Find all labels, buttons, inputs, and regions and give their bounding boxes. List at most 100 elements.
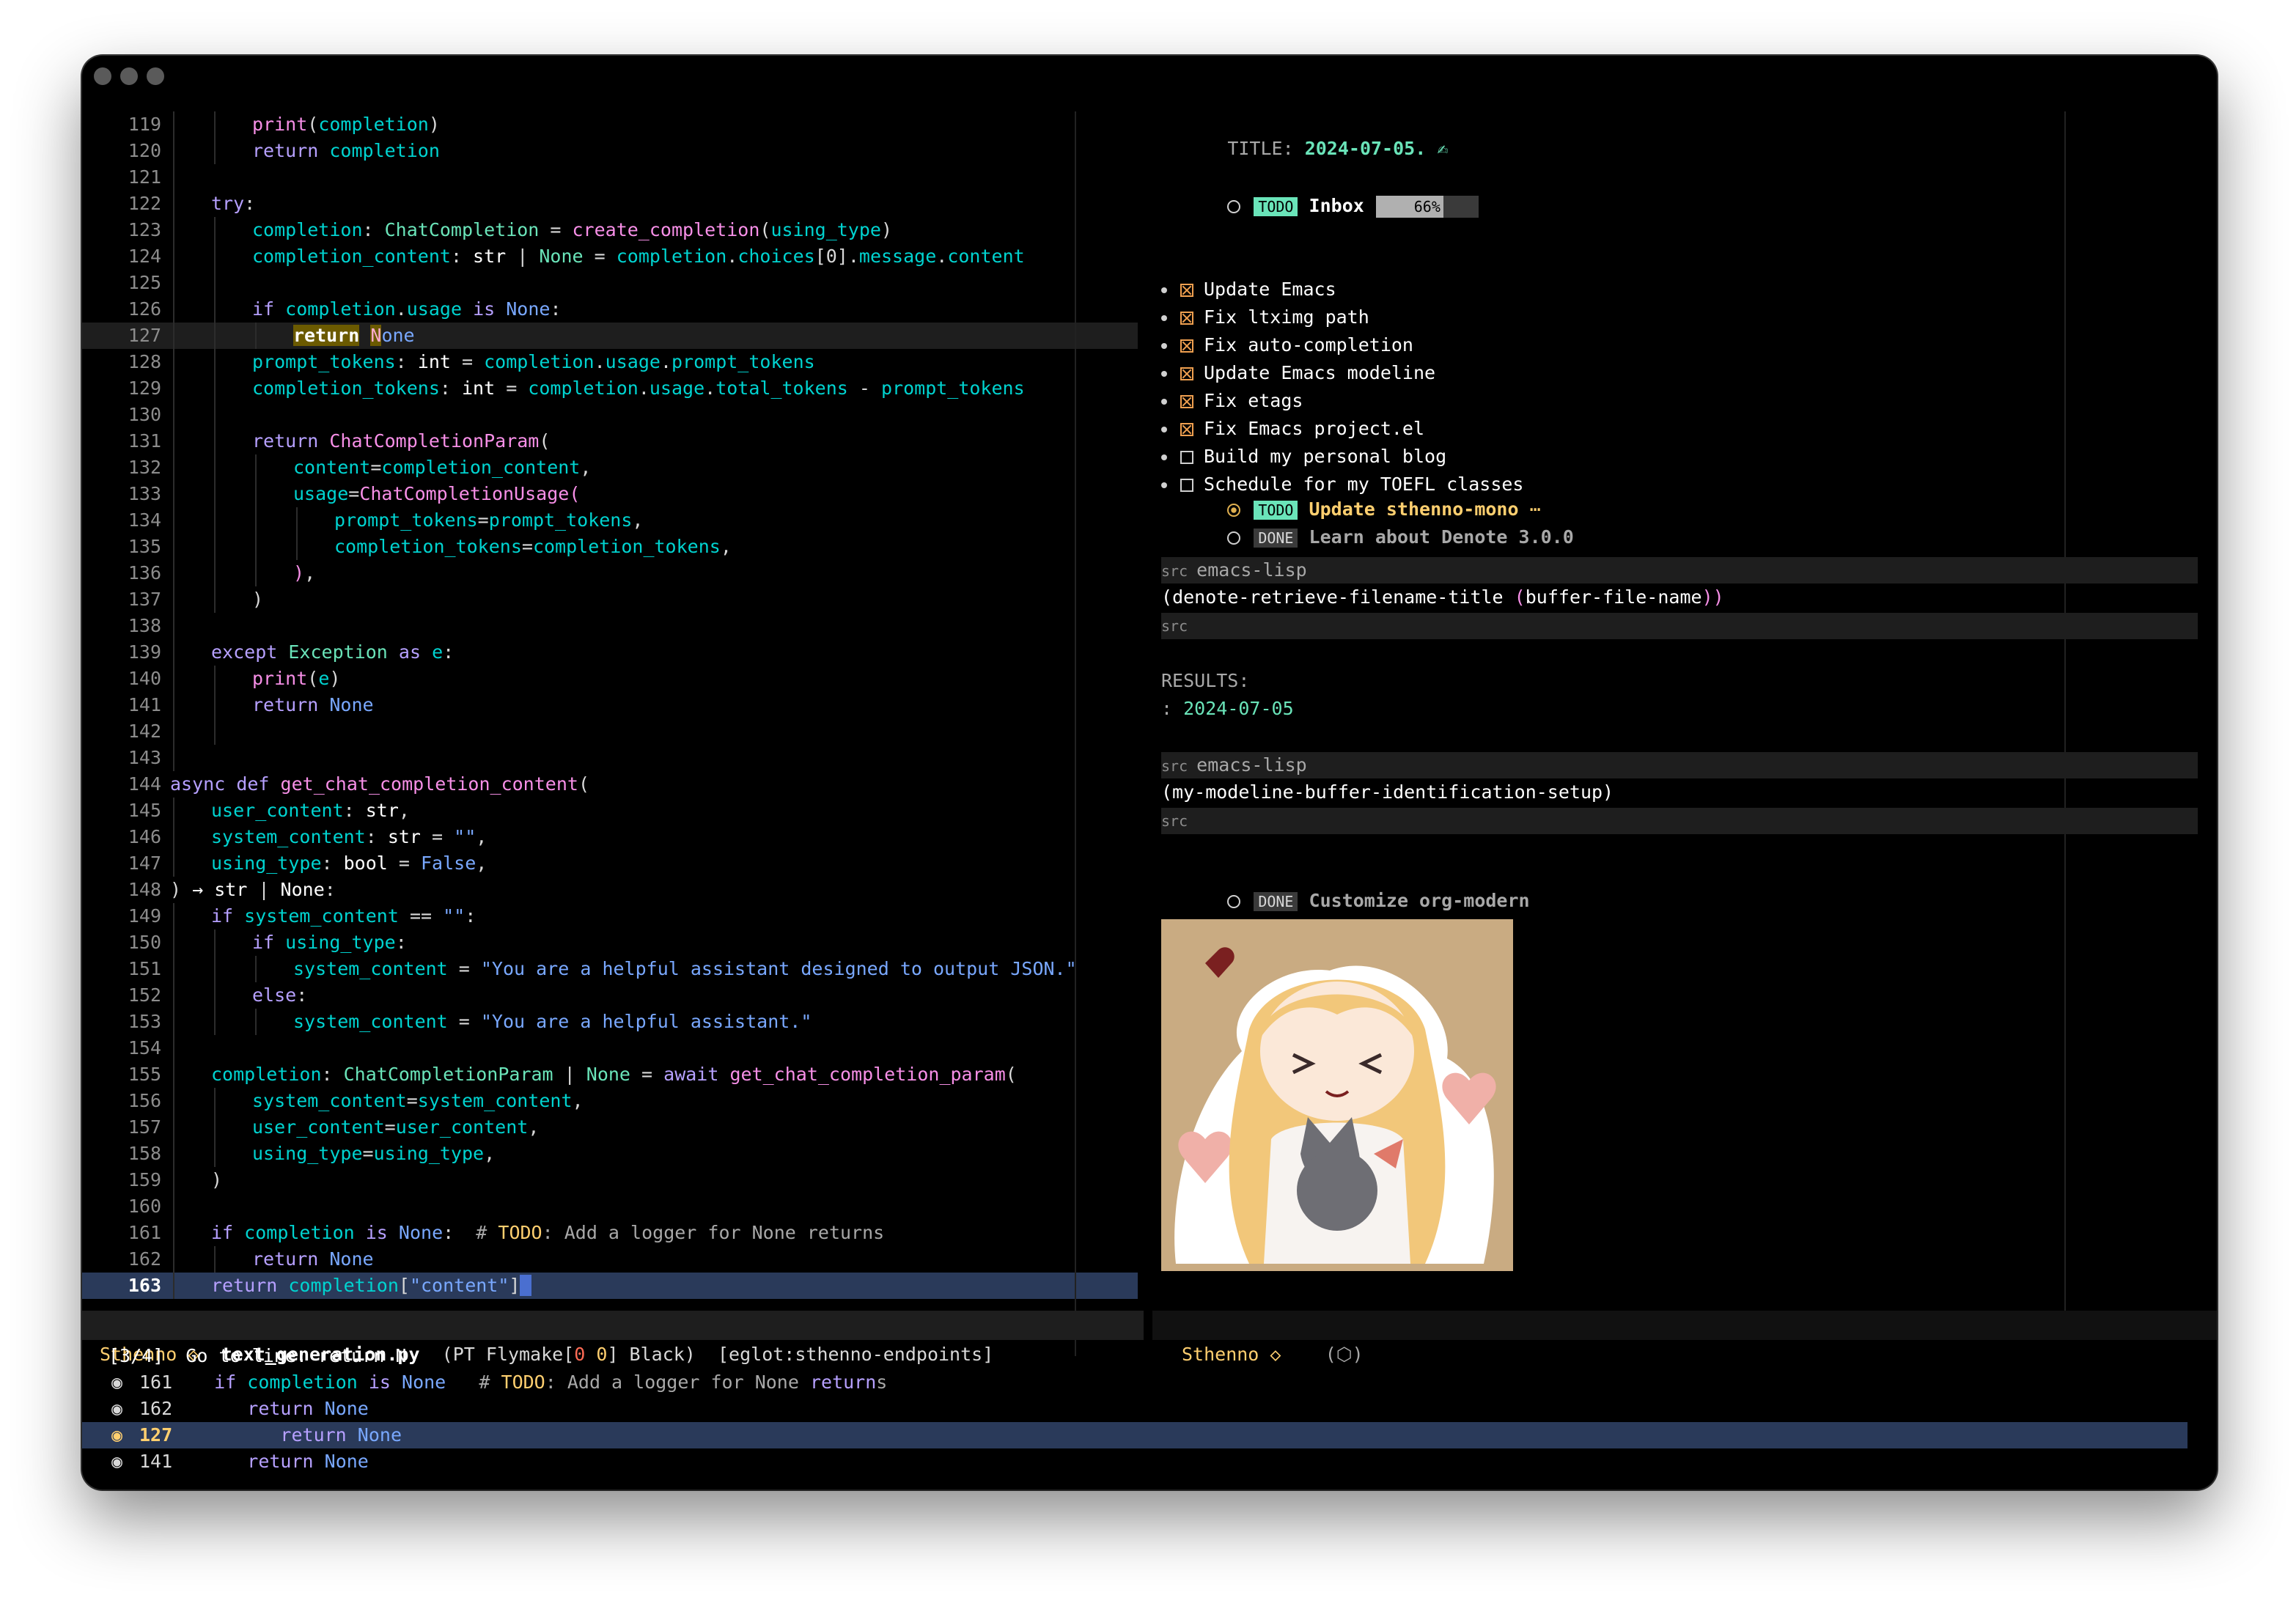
code-line[interactable]: 142 xyxy=(82,718,1138,745)
zoom-window-button[interactable] xyxy=(147,67,164,85)
code-line[interactable]: 132 content=completion_content, xyxy=(82,454,1138,481)
checked-checkbox-icon[interactable] xyxy=(1180,395,1193,408)
code-line[interactable]: 126 if completion.usage is None: xyxy=(82,296,1138,323)
code-line[interactable]: 130 xyxy=(82,402,1138,428)
close-window-button[interactable] xyxy=(94,67,111,85)
line-number: 152 xyxy=(128,984,161,1006)
src-code-line[interactable]: (denote-retrieve-filename-title (buffer-… xyxy=(1161,585,1724,610)
code-text: else: xyxy=(252,984,308,1006)
bullet-icon xyxy=(1161,287,1167,293)
code-line[interactable]: 146 system_content: str = "", xyxy=(82,824,1138,850)
code-line[interactable]: 124 completion_content: str | None = comp… xyxy=(82,243,1138,270)
code-line[interactable]: 148) → str | None: xyxy=(82,877,1138,903)
task-item[interactable]: Update Emacs modeline xyxy=(1161,361,1435,386)
code-line[interactable]: 131 return ChatCompletionParam( xyxy=(82,428,1138,454)
task-item[interactable]: Fix etags xyxy=(1161,389,1303,413)
code-line[interactable]: 135 completion_tokens=completion_tokens, xyxy=(82,534,1138,560)
candidate-row[interactable]: ◉ 161 if completion is None: # TODO: Add … xyxy=(82,1369,2188,1396)
code-line[interactable]: 150 if using_type: xyxy=(82,929,1138,956)
code-line[interactable]: 143 xyxy=(82,745,1138,771)
code-line[interactable]: 123 completion: ChatCompletion = create_c… xyxy=(82,217,1138,243)
code-line[interactable]: 161 if completion is None: # TODO: Add a … xyxy=(82,1220,1138,1246)
code-text: system_content = "You are a helpful assi… xyxy=(293,1011,812,1032)
unchecked-checkbox-icon[interactable] xyxy=(1180,451,1193,464)
indent-guide xyxy=(214,1088,216,1114)
task-item[interactable]: Update Emacs xyxy=(1161,277,1336,302)
code-line[interactable]: 122 try: xyxy=(82,191,1138,217)
code-line[interactable]: 141 return None xyxy=(82,692,1138,718)
heading-bullet-icon xyxy=(1227,895,1241,908)
todo-badge: TODO xyxy=(1254,197,1298,216)
code-line[interactable]: 153 system_content = "You are a helpful a… xyxy=(82,1009,1138,1035)
code-line[interactable]: 149 if system_content == "": xyxy=(82,903,1138,929)
line-number: 136 xyxy=(128,562,161,583)
indent-guide xyxy=(173,718,174,745)
line-number: 150 xyxy=(128,932,161,953)
heading-inbox[interactable]: TODO Inbox 66% xyxy=(1161,169,1479,243)
code-line[interactable]: 157 user_content=user_content, xyxy=(82,1114,1138,1141)
task-item[interactable]: Fix Emacs project.el xyxy=(1161,416,1424,441)
checked-checkbox-icon[interactable] xyxy=(1180,367,1193,380)
code-line[interactable]: 139 except Exception as e: xyxy=(82,639,1138,666)
results-line: : 2024-07-05 xyxy=(1161,698,1294,719)
code-line[interactable]: 129 completion_tokens: int = completion.u… xyxy=(82,375,1138,402)
code-line[interactable]: 125 xyxy=(82,270,1138,296)
code-line[interactable]: 154 xyxy=(82,1035,1138,1061)
code-line[interactable]: 120 return completion xyxy=(82,138,1138,164)
indent-guide xyxy=(173,1167,174,1193)
indent-guide xyxy=(173,164,174,191)
code-line[interactable]: 121 xyxy=(82,164,1138,191)
mode-line-right[interactable]: Sthenno ◇ (⬡) xyxy=(1152,1311,2217,1365)
line-number: 163 xyxy=(128,1275,161,1296)
line-number: 131 xyxy=(128,430,161,452)
code-line[interactable]: 158 using_type=using_type, xyxy=(82,1141,1138,1167)
candidate-row[interactable]: ◉ 127 return None xyxy=(82,1422,2188,1448)
task-item[interactable]: Fix auto-completion xyxy=(1161,333,1413,358)
code-line[interactable]: 152 else: xyxy=(82,982,1138,1009)
code-line[interactable]: 160 xyxy=(82,1193,1138,1220)
code-line[interactable]: 159) xyxy=(82,1167,1138,1193)
indent-guide xyxy=(173,402,174,428)
candidate-row[interactable]: ◉ 162 return None xyxy=(82,1396,2188,1422)
code-line[interactable]: 163 return completion["content"] xyxy=(82,1273,1138,1299)
code-line[interactable]: 128 prompt_tokens: int = completion.usage… xyxy=(82,349,1138,375)
task-label: Update Emacs modeline xyxy=(1204,362,1436,383)
line-number: 121 xyxy=(128,166,161,188)
src-code-line[interactable]: (my-modeline-buffer-identification-setup… xyxy=(1161,780,1614,805)
code-line[interactable]: 147 using_type: bool = False, xyxy=(82,850,1138,877)
line-number: 151 xyxy=(128,958,161,979)
code-line[interactable]: 156 system_content=system_content, xyxy=(82,1088,1138,1114)
code-line[interactable]: 119 print(completion) xyxy=(82,111,1138,138)
checked-checkbox-icon[interactable] xyxy=(1180,312,1193,325)
code-line[interactable]: 137) xyxy=(82,586,1138,613)
results-label: RESULTS: xyxy=(1161,670,1250,691)
task-label: Fix auto-completion xyxy=(1204,334,1413,356)
minimize-window-button[interactable] xyxy=(120,67,138,85)
task-item[interactable]: Build my personal blog xyxy=(1161,444,1446,469)
done-badge: DONE xyxy=(1254,529,1298,548)
code-line[interactable]: 133 usage=ChatCompletionUsage( xyxy=(82,481,1138,507)
code-editor[interactable]: 119 print(completion) 120 return completion… xyxy=(82,111,1138,1299)
line-number: 143 xyxy=(128,747,161,768)
checked-checkbox-icon[interactable] xyxy=(1180,423,1193,436)
code-line[interactable]: 151 system_content = "You are a helpful a… xyxy=(82,956,1138,982)
goto-line-prompt[interactable]: [3/4] Go to line: return N xyxy=(82,1343,2214,1369)
code-line[interactable]: 162 return None xyxy=(82,1246,1138,1273)
code-line[interactable]: 145 user_content: str, xyxy=(82,798,1138,824)
line-number: 159 xyxy=(128,1169,161,1190)
checked-checkbox-icon[interactable] xyxy=(1180,284,1193,297)
task-item[interactable]: Fix ltximg path xyxy=(1161,305,1369,330)
candidate-row[interactable]: ◉ 141 return None xyxy=(82,1448,2188,1475)
indent-guide xyxy=(214,349,216,375)
code-line[interactable]: 140 print(e) xyxy=(82,666,1138,692)
code-line[interactable]: 136), xyxy=(82,560,1138,586)
indent-guide xyxy=(255,507,257,534)
code-line[interactable]: 144 async def get_chat_completion_content… xyxy=(82,771,1138,798)
indent-guide xyxy=(173,613,174,639)
code-line[interactable]: 138 xyxy=(82,613,1138,639)
mode-line-left[interactable]: Sthenno ◇ text_generation.py (PT Flymake… xyxy=(82,1311,1144,1365)
code-line[interactable]: 155 completion: ChatCompletionParam | Non… xyxy=(82,1061,1138,1088)
checked-checkbox-icon[interactable] xyxy=(1180,339,1193,353)
code-line[interactable]: 127 return None xyxy=(82,323,1138,349)
code-line[interactable]: 134 prompt_tokens=prompt_tokens, xyxy=(82,507,1138,534)
